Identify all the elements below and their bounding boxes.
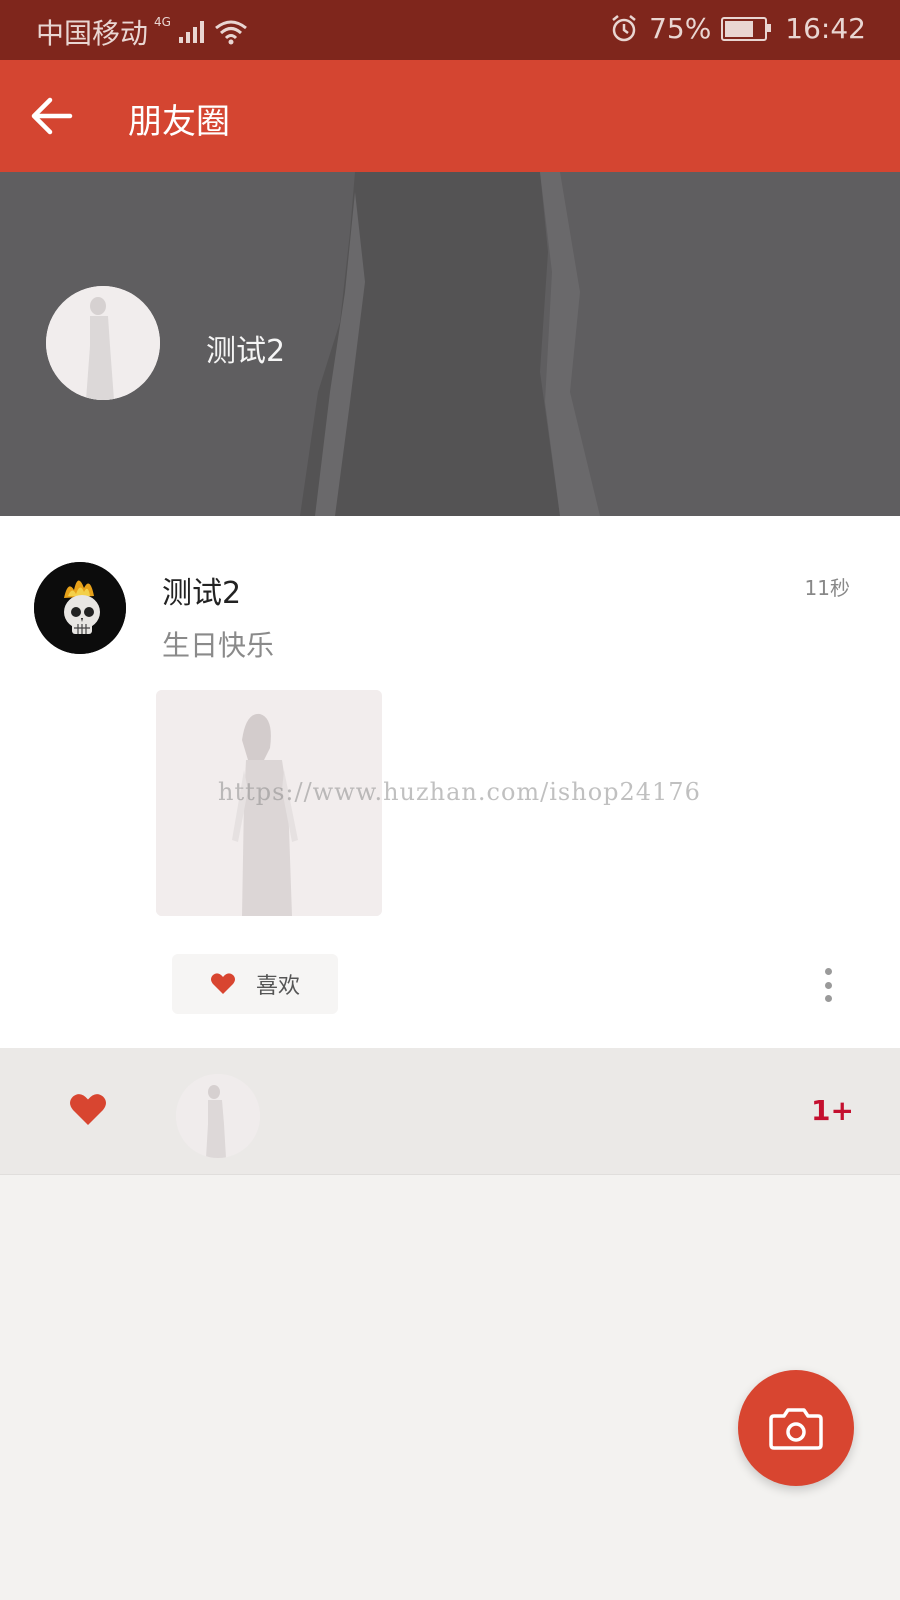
post-author-avatar[interactable] <box>34 562 126 654</box>
likes-bar: 1+ <box>0 1048 900 1175</box>
cover-user-name: 测试2 <box>206 334 286 369</box>
clock: 16:42 <box>785 12 866 45</box>
heart-icon <box>211 973 235 994</box>
avatar-figure-image <box>46 286 160 400</box>
heart-icon <box>70 1094 106 1125</box>
skull-avatar-image <box>34 562 126 654</box>
camera-post-button[interactable] <box>738 1370 854 1486</box>
cover-avatar[interactable] <box>46 286 160 400</box>
app-toolbar: 朋友圈 <box>0 60 900 172</box>
arrow-left-icon <box>31 97 73 135</box>
signal-icon <box>178 21 204 43</box>
network-type: 4G <box>154 15 171 29</box>
likes-count[interactable]: 1+ <box>811 1094 854 1127</box>
post-timestamp: 11秒 <box>804 576 850 600</box>
more-vertical-icon[interactable] <box>822 968 834 1002</box>
like-button-label: 喜欢 <box>256 974 301 999</box>
alarm-icon <box>612 14 636 41</box>
post-card: 测试2 11秒 生日快乐 https://www.huzhan.com/isho… <box>0 516 900 1048</box>
post-text: 生日快乐 <box>162 629 275 662</box>
profile-cover[interactable]: 测试2 <box>0 172 900 516</box>
camera-icon <box>769 1408 823 1450</box>
battery-percent: 75% <box>649 12 712 45</box>
liker-figure-image <box>176 1074 260 1158</box>
back-button[interactable] <box>26 88 82 144</box>
watermark-text: https://www.huzhan.com/ishop24176 <box>218 778 701 806</box>
carrier-label: 中国移动 <box>36 17 149 50</box>
wifi-icon <box>215 20 247 45</box>
page-title: 朋友圈 <box>128 102 230 142</box>
post-author-name[interactable]: 测试2 <box>162 568 241 612</box>
liker-avatar[interactable] <box>176 1074 260 1158</box>
status-bar: 中国移动 4G 75% 16:42 <box>0 0 900 60</box>
battery-icon <box>721 16 772 41</box>
like-button[interactable]: 喜欢 <box>172 954 338 1014</box>
